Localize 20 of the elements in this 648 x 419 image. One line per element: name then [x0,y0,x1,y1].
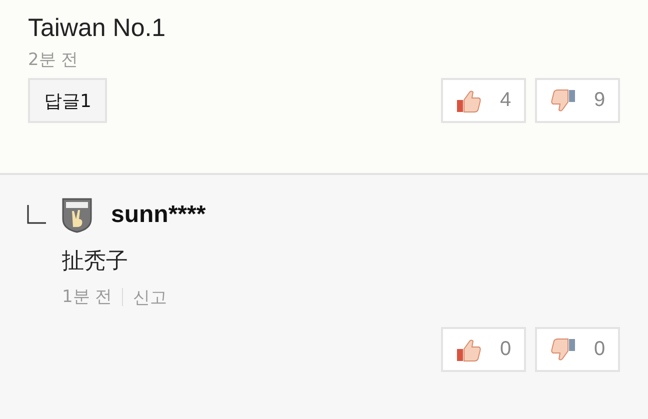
comment-text: Taiwan No.1 [28,13,167,44]
comment-time: 2분 전 [28,49,78,72]
reply-time: 1분 전 [62,286,112,309]
shield-badge-icon [61,197,93,233]
like-button[interactable]: 4 [441,78,526,123]
like-count: 0 [500,338,512,361]
report-link[interactable]: 신고 [133,286,168,308]
username: sunn**** [111,201,206,229]
reply-button[interactable]: 답글1 [28,78,108,123]
thumbs-up-icon [456,88,482,112]
dislike-button[interactable]: 9 [535,78,620,123]
like-button[interactable]: 0 [441,327,526,372]
thumbs-down-icon [550,338,576,362]
dislike-button[interactable]: 0 [535,327,620,372]
dislike-count: 9 [594,89,606,112]
like-count: 4 [500,89,512,112]
reply-text: 扯秃子 [62,248,129,276]
thumbs-up-icon [456,338,482,362]
dislike-count: 0 [594,338,606,361]
thumbs-down-icon [550,88,576,112]
